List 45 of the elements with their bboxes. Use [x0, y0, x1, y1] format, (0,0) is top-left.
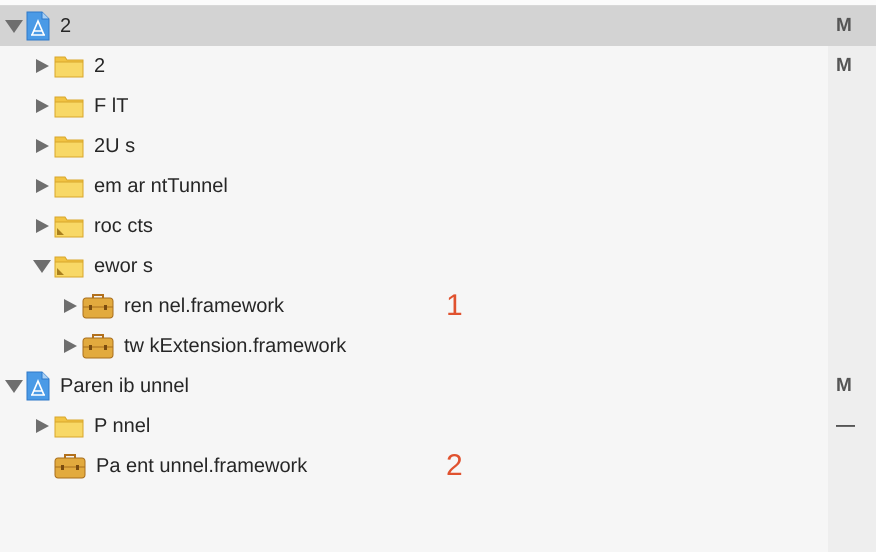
navigator-row[interactable]: P nnel —	[0, 406, 876, 446]
folder-icon	[54, 94, 84, 118]
navigator-row[interactable]: 2 M	[0, 6, 876, 46]
item-name: ren nel.framework	[124, 294, 284, 318]
navigator-row[interactable]: Pa ent unnel.framework 2	[0, 446, 876, 486]
item-name: em ar ntTunnel	[94, 174, 228, 198]
item-name: roc cts	[94, 214, 153, 238]
item-name: 2U s	[94, 134, 136, 158]
briefcase-icon	[54, 453, 86, 479]
status-label: M	[836, 15, 852, 37]
annotation-number: 1	[445, 289, 463, 322]
navigator-row[interactable]: F lT	[0, 86, 876, 126]
folder-icon	[54, 134, 84, 158]
disclosure-triangle-icon[interactable]	[32, 258, 52, 274]
item-name: 2	[60, 14, 72, 38]
navigator-row[interactable]: tw kExtension.framework	[0, 326, 876, 366]
project-file-icon	[26, 371, 50, 401]
status-label: M	[836, 375, 852, 397]
annotation-number: 2	[445, 449, 463, 482]
navigator-row[interactable]: 2 M	[0, 46, 876, 86]
folder-icon	[54, 54, 84, 78]
folder-icon	[54, 174, 84, 198]
folder-icon	[54, 214, 84, 238]
item-name: 2	[94, 54, 106, 78]
disclosure-triangle-icon[interactable]	[4, 378, 24, 394]
disclosure-triangle-icon[interactable]	[4, 18, 24, 34]
item-name: Paren ib unnel	[60, 374, 189, 398]
navigator-row[interactable]: em ar ntTunnel	[0, 166, 876, 206]
folder-icon	[54, 254, 84, 278]
project-file-icon	[26, 11, 50, 41]
briefcase-icon	[82, 293, 114, 319]
navigator-row[interactable]: ren nel.framework 1	[0, 286, 876, 326]
briefcase-icon	[82, 333, 114, 359]
item-name: ewor s	[94, 254, 153, 278]
navigator-row[interactable]: roc cts	[0, 206, 876, 246]
item-name: tw kExtension.framework	[124, 334, 346, 358]
status-label: —	[836, 415, 855, 437]
navigator-row[interactable]: ewor s	[0, 246, 876, 286]
item-name: Pa ent unnel.framework	[96, 454, 308, 478]
item-name: P nnel	[94, 414, 150, 438]
navigator-row[interactable]: Paren ib unnel M	[0, 366, 876, 406]
item-name: F lT	[94, 94, 128, 118]
status-label: M	[836, 55, 852, 77]
navigator-row[interactable]: 2U s	[0, 126, 876, 166]
folder-icon	[54, 414, 84, 438]
